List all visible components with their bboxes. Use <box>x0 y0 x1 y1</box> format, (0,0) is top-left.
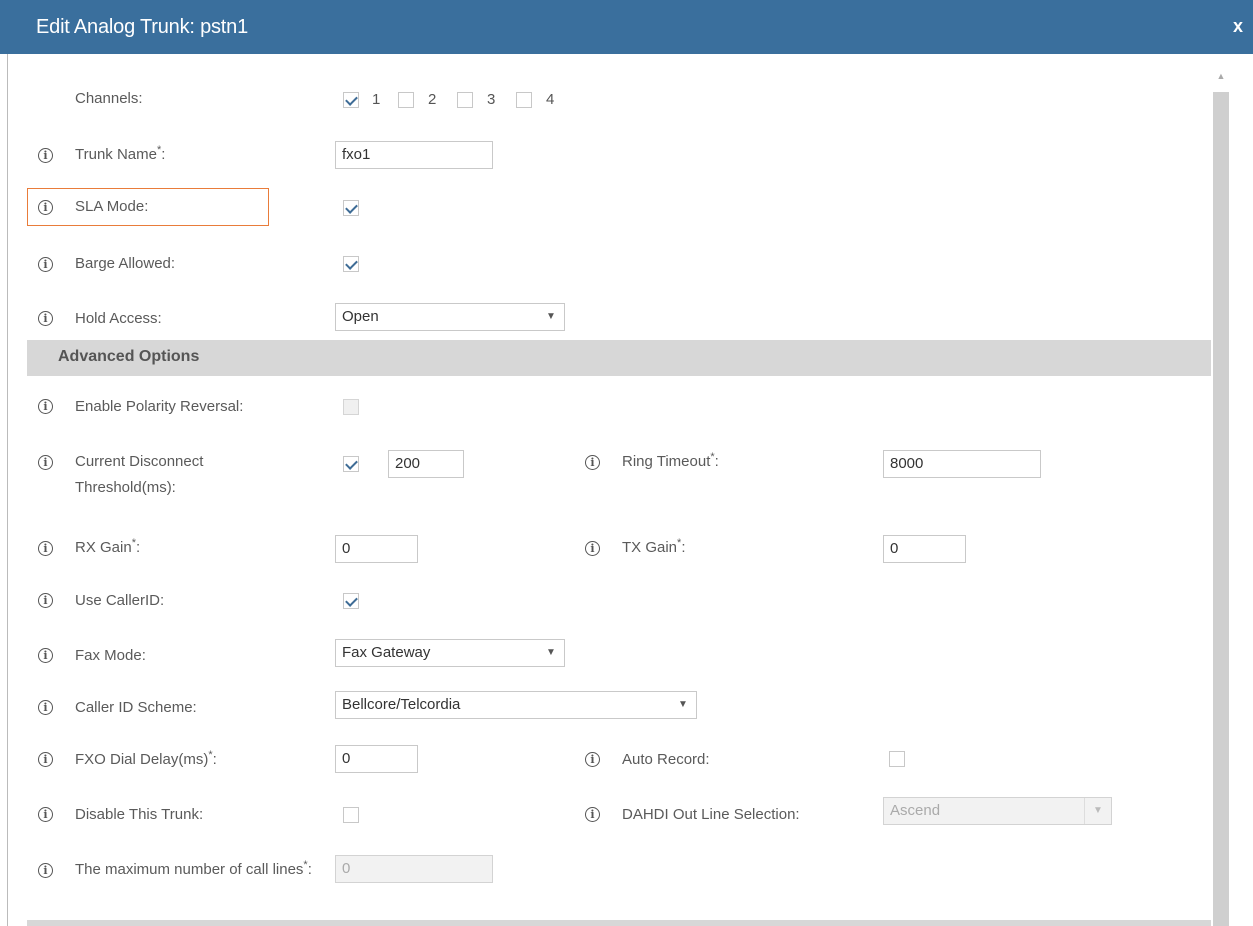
info-icon[interactable]: i <box>38 148 53 163</box>
channel-1-checkbox[interactable] <box>343 92 359 108</box>
channel-3-checkbox[interactable] <box>457 92 473 108</box>
dahdi-out-select[interactable]: Ascend ▼ <box>883 797 1112 825</box>
info-icon[interactable]: i <box>38 541 53 556</box>
info-icon[interactable]: i <box>585 541 600 556</box>
max-call-lines-label: The maximum number of call lines*: <box>75 859 312 878</box>
channel-3-label: 3 <box>487 91 496 108</box>
disable-trunk-label: Disable This Trunk: <box>75 806 204 823</box>
info-icon[interactable]: i <box>38 648 53 663</box>
info-icon[interactable]: i <box>38 807 53 822</box>
hold-access-select[interactable]: Open ▼ <box>335 303 565 331</box>
auto-record-checkbox[interactable] <box>889 751 905 767</box>
info-icon[interactable]: i <box>38 593 53 608</box>
callerid-scheme-select[interactable]: Bellcore/Telcordia ▼ <box>335 691 697 719</box>
scroll-up-arrow-icon[interactable]: ▲ <box>1213 68 1229 84</box>
fax-mode-value: Fax Gateway <box>342 644 431 661</box>
info-icon[interactable]: i <box>38 752 53 767</box>
channel-1-label: 1 <box>372 91 381 108</box>
channel-2-label: 2 <box>428 91 437 108</box>
polarity-reversal-checkbox[interactable] <box>343 399 359 415</box>
dahdi-out-value: Ascend <box>890 802 941 819</box>
info-icon[interactable]: i <box>38 311 53 326</box>
info-icon[interactable]: i <box>38 455 53 470</box>
callerid-scheme-label: Caller ID Scheme: <box>75 699 197 716</box>
fax-mode-label: Fax Mode: <box>75 647 146 664</box>
close-icon[interactable]: x <box>1233 16 1243 37</box>
sla-mode-label: SLA Mode: <box>75 198 149 215</box>
info-icon[interactable]: i <box>38 399 53 414</box>
info-icon[interactable]: i <box>585 752 600 767</box>
scrollbar-thumb[interactable] <box>1213 92 1229 926</box>
info-icon[interactable]: i <box>38 863 53 878</box>
auto-record-label: Auto Record: <box>622 751 710 768</box>
ring-timeout-input[interactable]: 8000 <box>883 450 1041 478</box>
info-icon[interactable]: i <box>585 807 600 822</box>
section-divider <box>27 920 1211 926</box>
advanced-options-header <box>27 340 1211 376</box>
barge-allowed-checkbox[interactable] <box>343 256 359 272</box>
info-icon[interactable]: i <box>38 257 53 272</box>
tx-gain-label: TX Gain*: <box>622 537 686 556</box>
use-callerid-label: Use CallerID: <box>75 592 165 609</box>
info-icon[interactable]: i <box>38 700 53 715</box>
edit-analog-trunk-dialog: Edit Analog Trunk: pstn1 x ▲ Channels: 1… <box>0 0 1253 926</box>
advanced-options-title: Advanced Options <box>58 348 200 365</box>
barge-allowed-label: Barge Allowed: <box>75 255 176 272</box>
dialog-title: Edit Analog Trunk: pstn1 <box>36 16 249 38</box>
chevron-down-icon: ▼ <box>546 311 556 322</box>
hold-access-value: Open <box>342 308 379 325</box>
rx-gain-input[interactable]: 0 <box>335 535 418 563</box>
chevron-down-icon: ▼ <box>1084 798 1111 824</box>
info-icon[interactable]: i <box>38 200 53 215</box>
chevron-down-icon: ▼ <box>678 699 688 710</box>
info-icon[interactable]: i <box>585 455 600 470</box>
fax-mode-select[interactable]: Fax Gateway ▼ <box>335 639 565 667</box>
channels-label: Channels: <box>75 90 143 107</box>
max-call-lines-input[interactable]: 0 <box>335 855 493 883</box>
sla-mode-checkbox[interactable] <box>343 200 359 216</box>
fxo-dial-delay-input[interactable]: 0 <box>335 745 418 773</box>
trunk-name-label: Trunk Name*: <box>75 144 166 163</box>
rx-gain-label: RX Gain*: <box>75 537 141 556</box>
dahdi-out-label: DAHDI Out Line Selection: <box>622 806 800 823</box>
tx-gain-input[interactable]: 0 <box>883 535 966 563</box>
fxo-dial-delay-label: FXO Dial Delay(ms)*: <box>75 749 217 768</box>
chevron-down-icon: ▼ <box>546 647 556 658</box>
current-disconnect-label: Current Disconnect Threshold(ms): <box>75 453 204 496</box>
hold-access-label: Hold Access: <box>75 310 162 327</box>
current-disconnect-checkbox[interactable] <box>343 456 359 472</box>
trunk-name-input[interactable]: fxo1 <box>335 141 493 169</box>
ring-timeout-label: Ring Timeout*: <box>622 451 719 470</box>
disable-trunk-checkbox[interactable] <box>343 807 359 823</box>
channel-2-checkbox[interactable] <box>398 92 414 108</box>
channel-4-checkbox[interactable] <box>516 92 532 108</box>
dialog-left-border <box>7 54 8 926</box>
dialog-titlebar: Edit Analog Trunk: pstn1 x <box>0 0 1253 54</box>
channel-4-label: 4 <box>546 91 555 108</box>
use-callerid-checkbox[interactable] <box>343 593 359 609</box>
polarity-reversal-label: Enable Polarity Reversal: <box>75 398 244 415</box>
callerid-scheme-value: Bellcore/Telcordia <box>342 696 461 713</box>
current-disconnect-input[interactable]: 200 <box>388 450 464 478</box>
